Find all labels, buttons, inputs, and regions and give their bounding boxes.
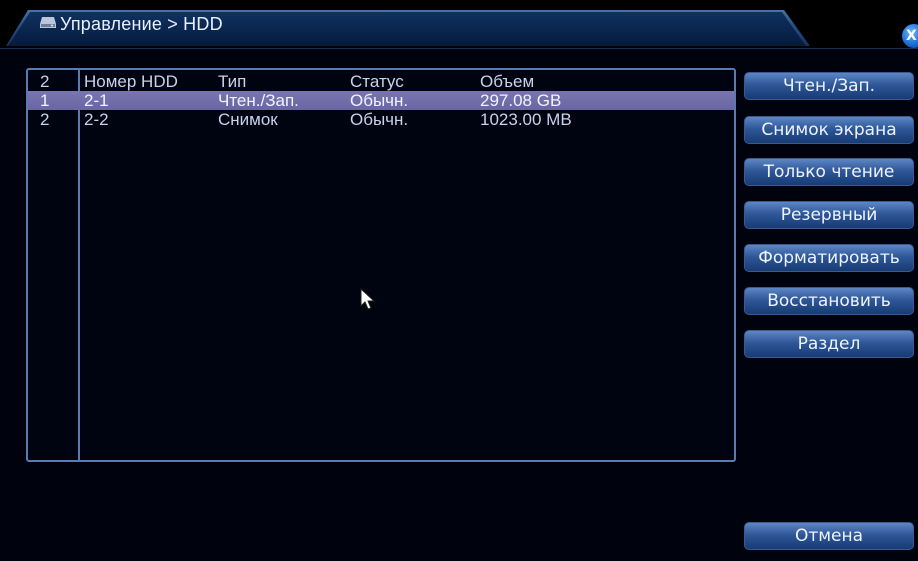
header-count: 2 [40,72,50,91]
read-only-button[interactable]: Только чтение [744,158,914,186]
header-status: Статус [350,72,404,91]
title-bar: Управление > HDD X [0,0,918,48]
hdd-management-window: Управление > HDD X 2 Номер HDD Тип Стату… [0,0,918,561]
header-type: Тип [218,72,247,91]
cancel-button[interactable]: Отмена [744,522,914,550]
partition-button[interactable]: Раздел [744,330,914,358]
read-write-button[interactable]: Чтен./Зап. [744,72,914,100]
row-type: Снимок [218,110,278,129]
window-title: Управление > HDD [60,14,223,34]
mouse-pointer-icon [360,288,376,310]
row-size: 1023.00 MB [480,110,572,129]
hdd-table: 2 Номер HDD Тип Статус Объем 1 2-1 Чтен.… [26,68,736,462]
row-index: 1 [40,91,50,110]
close-icon[interactable]: X [902,24,918,48]
hdd-icon [40,17,56,28]
row-status: Обычн. [350,91,409,110]
format-button[interactable]: Форматировать [744,244,914,272]
table-header: 2 Номер HDD Тип Статус Объем [28,72,734,91]
header-hdd-number: Номер HDD [84,72,178,91]
table-row[interactable]: 2 2-2 Снимок Обычн. 1023.00 MB [28,110,734,129]
row-status: Обычн. [350,110,409,129]
table-row[interactable]: 1 2-1 Чтен./Зап. Обычн. 297.08 GB [28,91,734,110]
row-type: Чтен./Зап. [218,91,299,110]
header-size: Объем [480,72,535,91]
restore-button[interactable]: Восстановить [744,287,914,315]
backup-button[interactable]: Резервный [744,201,914,229]
snapshot-button[interactable]: Снимок экрана [744,116,914,144]
row-size: 297.08 GB [480,91,562,110]
row-hdd-number: 2-2 [84,110,109,129]
row-hdd-number: 2-1 [84,91,109,110]
row-index: 2 [40,110,50,129]
